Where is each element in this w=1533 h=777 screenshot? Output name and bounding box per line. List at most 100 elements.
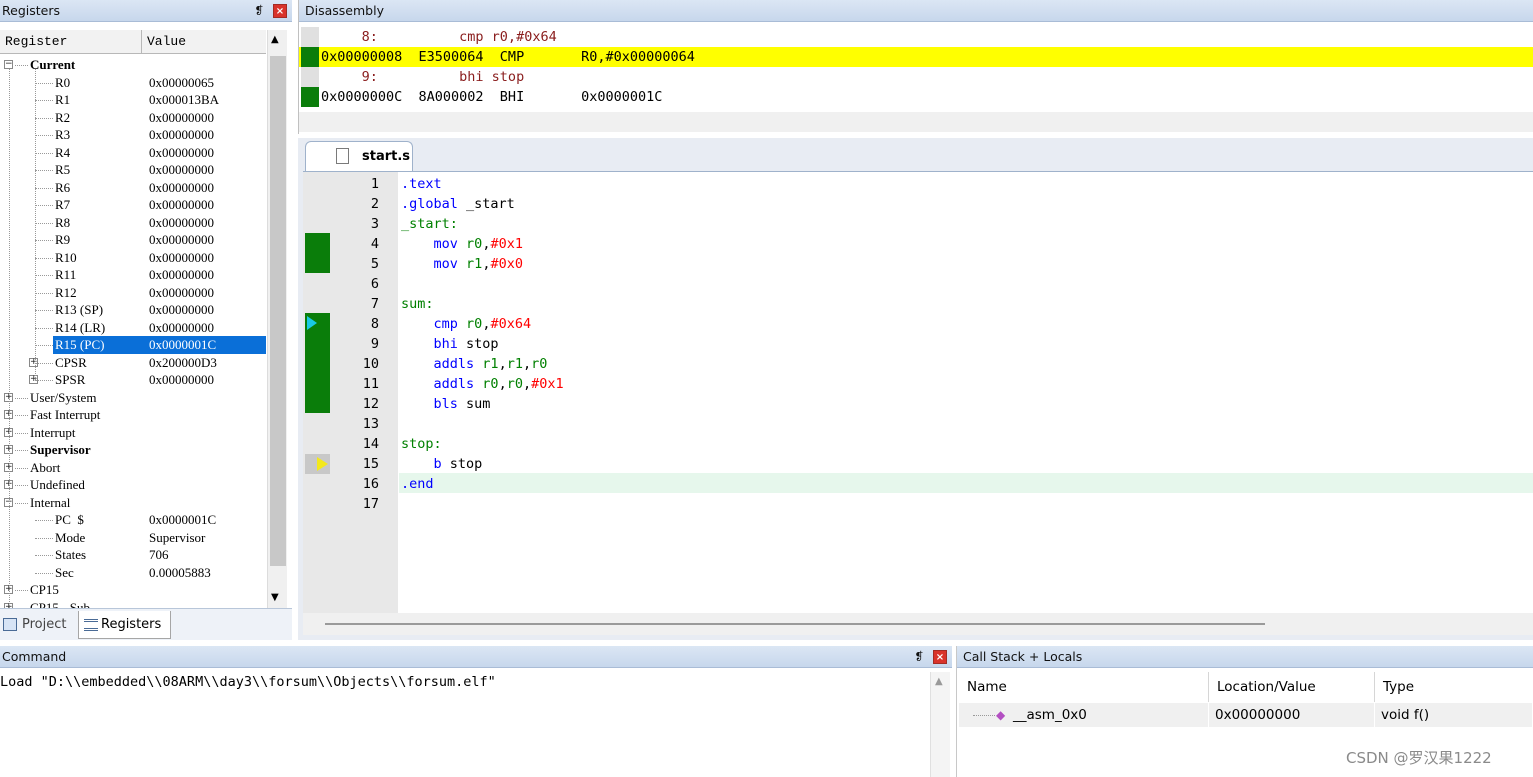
scroll-up-arrow-icon[interactable]: ▲ <box>935 676 943 687</box>
tab-project[interactable]: Project <box>0 611 72 639</box>
code-line[interactable]: _start: <box>401 214 458 234</box>
column-header-value[interactable]: Value <box>142 30 266 54</box>
column-header-name[interactable]: Name <box>959 672 1209 702</box>
disassembly-source-line[interactable]: 9: bhi stop <box>299 67 1533 87</box>
register-row-r11[interactable]: R11 0x00000000 <box>0 266 266 284</box>
editor-hscrollbar[interactable] <box>303 613 1533 635</box>
register-value[interactable]: 0x00000000 <box>149 161 214 179</box>
register-value[interactable]: 0x00000000 <box>149 109 214 127</box>
register-value[interactable]: 0x00000065 <box>149 74 214 92</box>
register-value[interactable]: 0x000013BA <box>149 91 219 109</box>
group-cp15[interactable]: + CP15 <box>0 581 266 599</box>
code-line[interactable]: addls r1,r1,r0 <box>401 354 548 374</box>
register-row-r4[interactable]: R4 0x00000000 <box>0 144 266 162</box>
hscroll-thumb[interactable] <box>325 623 1265 625</box>
register-row-r12[interactable]: R12 0x00000000 <box>0 284 266 302</box>
scroll-thumb[interactable] <box>270 56 286 566</box>
command-output[interactable]: Load "D:\\embedded\\08ARM\\day3\\forsum\… <box>0 672 496 692</box>
register-value[interactable]: 0x00000000 <box>149 196 214 214</box>
disassembly-source-line[interactable]: 8: cmp r0,#0x64 <box>299 27 1533 47</box>
register-value[interactable]: 0x00000000 <box>149 144 214 162</box>
internal-row-0[interactable]: PC $ 0x0000001C <box>0 511 266 529</box>
register-value[interactable]: 0x0000001C <box>149 336 216 354</box>
code-line[interactable]: stop: <box>401 434 442 454</box>
disassembly-hscrollbar[interactable] <box>299 112 1533 132</box>
pin-icon[interactable]: ❡ <box>252 4 266 18</box>
group-interrupt[interactable]: + Interrupt <box>0 424 266 442</box>
collapse-icon[interactable]: − <box>4 60 13 69</box>
register-row-cpsr[interactable]: + CPSR 0x200000D3 <box>0 354 266 372</box>
register-value[interactable]: 0x00000000 <box>149 231 214 249</box>
code-line[interactable]: .end <box>401 474 434 494</box>
group-undefined[interactable]: + Undefined <box>0 476 266 494</box>
register-value[interactable]: 0x00000000 <box>149 284 214 302</box>
register-row-r13[interactable]: R13 (SP) 0x00000000 <box>0 301 266 319</box>
disassembly-listing[interactable]: 8: cmp r0,#0x64 0x00000008 E3500064 CMP R… <box>299 27 1533 115</box>
tree-connector <box>35 572 53 574</box>
register-row-spsr[interactable]: + SPSR 0x00000000 <box>0 371 266 389</box>
register-value[interactable]: 0.00005883 <box>149 564 211 582</box>
internal-row-1[interactable]: Mode Supervisor <box>0 529 266 547</box>
group-fast-interrupt[interactable]: + Fast Interrupt <box>0 406 266 424</box>
register-value[interactable]: 0x00000000 <box>149 249 214 267</box>
close-icon[interactable]: × <box>933 650 947 664</box>
callstack-row-name[interactable]: ◆ __asm_0x0 <box>959 703 1209 727</box>
code-line[interactable]: cmp r0,#0x64 <box>401 314 532 334</box>
register-value[interactable]: 706 <box>149 546 169 564</box>
register-value[interactable]: 0x00000000 <box>149 319 214 337</box>
register-value[interactable]: 0x00000000 <box>149 301 214 319</box>
register-row-r6[interactable]: R6 0x00000000 <box>0 179 266 197</box>
code-line[interactable]: mov r1,#0x0 <box>401 254 523 274</box>
internal-row-3[interactable]: Sec 0.00005883 <box>0 564 266 582</box>
scroll-up-arrow-icon[interactable]: ▲ <box>271 34 279 45</box>
register-value[interactable]: 0x00000000 <box>149 214 214 232</box>
group-user-system[interactable]: + User/System <box>0 389 266 407</box>
code-line[interactable]: .text <box>401 174 442 194</box>
code-line[interactable]: .global _start <box>401 194 515 214</box>
tab-registers[interactable]: Registers <box>78 611 171 639</box>
register-row-r15[interactable]: R15 (PC) 0x0000001C <box>0 336 266 354</box>
code-line[interactable]: bls sum <box>401 394 491 414</box>
register-row-r2[interactable]: R2 0x00000000 <box>0 109 266 127</box>
column-header-type[interactable]: Type <box>1375 672 1533 702</box>
register-value[interactable]: Supervisor <box>149 529 205 547</box>
register-value[interactable]: 0x0000001C <box>149 511 216 529</box>
callstack-row-location[interactable]: 0x00000000 <box>1209 703 1375 727</box>
register-row-r5[interactable]: R5 0x00000000 <box>0 161 266 179</box>
register-value[interactable]: 0x00000000 <box>149 126 214 144</box>
close-icon[interactable]: × <box>273 4 287 18</box>
group-abort[interactable]: + Abort <box>0 459 266 477</box>
group-current[interactable]: − Current <box>0 56 266 74</box>
code-line[interactable]: addls r0,r0,#0x1 <box>401 374 564 394</box>
register-row-r10[interactable]: R10 0x00000000 <box>0 249 266 267</box>
register-value[interactable]: 0x00000000 <box>149 266 214 284</box>
disassembly-instruction-line[interactable]: 0x00000008 E3500064 CMP R0,#0x00000064 <box>299 47 1533 67</box>
group-supervisor[interactable]: + Supervisor <box>0 441 266 459</box>
register-row-r9[interactable]: R9 0x00000000 <box>0 231 266 249</box>
register-row-r3[interactable]: R3 0x00000000 <box>0 126 266 144</box>
group-internal[interactable]: − Internal <box>0 494 266 512</box>
disassembly-instruction-line[interactable]: 0x0000000C 8A000002 BHI 0x0000001C <box>299 87 1533 107</box>
code-line[interactable]: b stop <box>401 454 483 474</box>
register-value[interactable]: 0x200000D3 <box>149 354 217 372</box>
scroll-down-arrow-icon[interactable]: ▼ <box>271 592 279 603</box>
register-row-r7[interactable]: R7 0x00000000 <box>0 196 266 214</box>
internal-row-2[interactable]: States 706 <box>0 546 266 564</box>
register-row-r14[interactable]: R14 (LR) 0x00000000 <box>0 319 266 337</box>
register-row-r8[interactable]: R8 0x00000000 <box>0 214 266 232</box>
tree-connector <box>15 65 28 66</box>
register-row-r0[interactable]: R0 0x00000065 <box>0 74 266 92</box>
code-line[interactable]: bhi stop <box>401 334 499 354</box>
column-header-location[interactable]: Location/Value <box>1209 672 1375 702</box>
registers-vscrollbar[interactable]: ▲ ▼ <box>267 30 287 608</box>
code-line[interactable]: mov r0,#0x1 <box>401 234 523 254</box>
code-line[interactable]: sum: <box>401 294 434 314</box>
callstack-row-type[interactable]: void f() <box>1375 703 1533 727</box>
tab-start-s[interactable]: start.s <box>305 141 413 171</box>
register-value[interactable]: 0x00000000 <box>149 371 214 389</box>
column-header-register[interactable]: Register <box>0 30 142 54</box>
command-vscrollbar[interactable]: ▲ <box>930 672 950 777</box>
register-row-r1[interactable]: R1 0x000013BA <box>0 91 266 109</box>
register-value[interactable]: 0x00000000 <box>149 179 214 197</box>
pin-icon[interactable]: ❡ <box>912 650 926 664</box>
